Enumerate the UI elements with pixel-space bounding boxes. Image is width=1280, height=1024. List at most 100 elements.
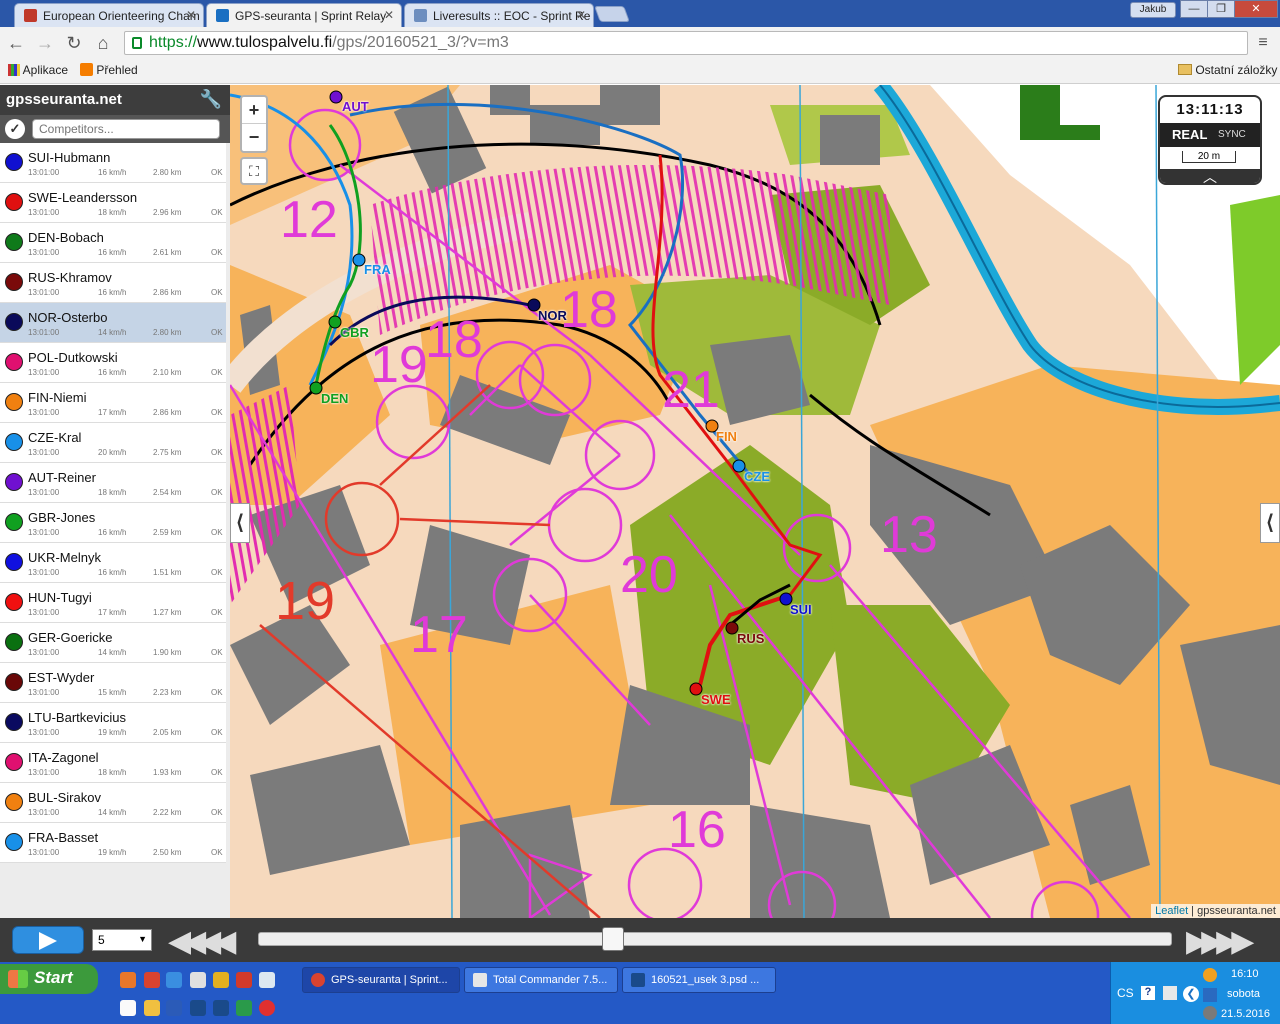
competitor-row[interactable]: GER-Goericke 13:01:00 14 km/h 1.90 km OK (0, 623, 226, 663)
map-view[interactable]: 12 18 18 19 21 13 20 19 17 16 AUT FRA GBR DEN NOR FIN C… (230, 85, 1280, 918)
competitor-row[interactable]: FRA-Basset 13:01:00 19 km/h 2.50 km OK (0, 823, 226, 863)
app-icon[interactable] (259, 1000, 275, 1016)
runner-label[interactable]: FRA (364, 262, 391, 277)
zoom-in-button[interactable]: + (242, 97, 266, 124)
competitor-color-dot[interactable] (5, 473, 23, 491)
competitor-row[interactable]: POL-Dutkowski 13:01:00 16 km/h 2.10 km OK (0, 343, 226, 383)
word-icon[interactable] (166, 1000, 182, 1016)
bookmark-apps[interactable]: Aplikace (8, 63, 68, 77)
competitor-row[interactable]: EST-Wyder 13:01:00 15 km/h 2.23 km OK (0, 663, 226, 703)
expand-panel-arrow-icon[interactable]: ⟨ (1260, 503, 1280, 543)
taskbar-item-photoshop[interactable]: 160521_usek 3.psd ... (622, 967, 776, 993)
app-icon[interactable] (236, 1000, 252, 1016)
competitor-row[interactable]: NOR-Osterbo 13:01:00 14 km/h 2.80 km OK (0, 303, 226, 343)
rewind-icon[interactable]: ◀◀◀◀ (168, 924, 236, 959)
runner-label[interactable]: SWE (701, 692, 731, 707)
competitor-row[interactable]: RUS-Khramov 13:01:00 16 km/h 2.86 km OK (0, 263, 226, 303)
bookmark-other[interactable]: Ostatní záložky (1178, 63, 1277, 77)
competitor-row[interactable]: LTU-Bartkevicius 13:01:00 19 km/h 2.05 km OK (0, 703, 226, 743)
competitor-color-dot[interactable] (5, 553, 23, 571)
competitor-color-dot[interactable] (5, 633, 23, 651)
runner-label[interactable]: GBR (340, 325, 369, 340)
select-all-check-icon[interactable]: ✓ (5, 119, 25, 139)
tab-gps-seuranta[interactable]: GPS-seuranta | Sprint Relay ✕ (206, 3, 402, 27)
tray-app-icon[interactable] (1203, 1006, 1217, 1020)
zoom-out-button[interactable]: − (242, 124, 266, 151)
competitor-row[interactable]: CZE-Kral 13:01:00 20 km/h 2.75 km OK (0, 423, 226, 463)
home-icon[interactable]: ⌂ (92, 32, 114, 54)
timeline-slider[interactable] (258, 932, 1172, 946)
forward-arrow-icon[interactable]: → (34, 32, 56, 54)
language-indicator[interactable]: CS (1117, 986, 1134, 1000)
tray-expand-chevron-icon[interactable]: ❮ (1183, 986, 1199, 1002)
leaflet-link[interactable]: Leaflet (1155, 905, 1188, 917)
start-button[interactable]: Start (0, 964, 98, 994)
competitor-color-dot[interactable] (5, 793, 23, 811)
competitor-color-dot[interactable] (5, 593, 23, 611)
competitor-color-dot[interactable] (5, 233, 23, 251)
competitor-color-dot[interactable] (5, 193, 23, 211)
reload-icon[interactable]: ↻ (63, 32, 85, 54)
collapse-chevron-icon[interactable]: ︿ (1160, 169, 1260, 183)
competitor-row[interactable]: FIN-Niemi 13:01:00 17 km/h 2.86 km OK (0, 383, 226, 423)
folder-icon[interactable] (144, 1000, 160, 1016)
runner-label[interactable]: CZE (744, 469, 770, 484)
fast-forward-icon[interactable]: ▶▶▶▶ (1186, 924, 1254, 959)
help-icon[interactable]: ? (1141, 986, 1155, 1000)
file-icon[interactable] (120, 1000, 136, 1016)
wrench-settings-icon[interactable]: 🔧 (200, 89, 222, 110)
taskbar-item-total-commander[interactable]: Total Commander 7.5... (464, 967, 618, 993)
runner-label[interactable]: NOR (538, 308, 567, 323)
competitor-row[interactable]: ITA-Zagonel 13:01:00 18 km/h 1.93 km OK (0, 743, 226, 783)
maximize-icon[interactable]: ❐ (1207, 0, 1235, 18)
competitor-row[interactable]: BUL-Sirakov 13:01:00 14 km/h 2.22 km OK (0, 783, 226, 823)
competitor-color-dot[interactable] (5, 313, 23, 331)
close-tab-icon[interactable]: ✕ (186, 8, 196, 22)
competitor-row[interactable]: UKR-Melnyk 13:01:00 16 km/h 1.51 km OK (0, 543, 226, 583)
competitor-color-dot[interactable] (5, 753, 23, 771)
photoshop-icon[interactable] (213, 1000, 229, 1016)
competitor-search-input[interactable] (32, 119, 220, 139)
competitor-color-dot[interactable] (5, 353, 23, 371)
competitor-row[interactable]: SUI-Hubmann 13:01:00 16 km/h 2.80 km OK (0, 143, 226, 183)
minimize-icon[interactable]: — (1180, 0, 1208, 18)
sync-mode-label[interactable]: SYNC (1218, 129, 1246, 140)
browser-icon[interactable] (166, 972, 182, 988)
photoshop-icon[interactable] (190, 1000, 206, 1016)
taskbar-item-chrome[interactable]: GPS-seuranta | Sprint... (302, 967, 460, 993)
competitor-row[interactable]: DEN-Bobach 13:01:00 16 km/h 2.61 km OK (0, 223, 226, 263)
calculator-icon[interactable] (259, 972, 275, 988)
competitor-row[interactable]: HUN-Tugyi 13:01:00 17 km/h 1.27 km OK (0, 583, 226, 623)
collapse-sidebar-arrow-icon[interactable]: ⟨ (230, 503, 250, 543)
chrome-icon[interactable] (144, 972, 160, 988)
document-icon[interactable] (190, 972, 206, 988)
runner-label[interactable]: RUS (737, 631, 764, 646)
bookmark-prehled[interactable]: Přehled (80, 63, 138, 77)
menu-icon[interactable]: ≡ (1252, 32, 1274, 54)
user-profile-button[interactable]: Jakub (1130, 2, 1176, 18)
competitor-color-dot[interactable] (5, 393, 23, 411)
runner-label[interactable]: FIN (716, 429, 737, 444)
playback-speed-select[interactable]: 5 ▼ (92, 929, 152, 951)
competitor-color-dot[interactable] (5, 833, 23, 851)
runner-label[interactable]: DEN (321, 391, 348, 406)
close-window-icon[interactable]: ✕ (1234, 0, 1278, 18)
fullscreen-icon[interactable]: ⛶ (240, 157, 268, 185)
back-arrow-icon[interactable]: ← (5, 32, 27, 54)
new-tab-button[interactable] (594, 6, 630, 22)
competitor-color-dot[interactable] (5, 433, 23, 451)
tab-eoc[interactable]: European Orienteering Cham ✕ (14, 3, 204, 27)
competitor-color-dot[interactable] (5, 153, 23, 171)
competitor-color-dot[interactable] (5, 713, 23, 731)
timeline-slider-handle[interactable] (602, 927, 624, 951)
competitor-row[interactable]: SWE-Leandersson 13:01:00 18 km/h 2.96 km OK (0, 183, 226, 223)
app-icon[interactable] (213, 972, 229, 988)
tray-app-icon[interactable] (1203, 988, 1217, 1002)
competitor-color-dot[interactable] (5, 513, 23, 531)
tab-liveresults[interactable]: Liveresults :: EOC - Sprint Re ✕ (404, 3, 594, 27)
tray-app-icon[interactable] (1163, 986, 1177, 1000)
close-tab-icon[interactable]: ✕ (384, 8, 394, 22)
real-mode-label[interactable]: REAL (1172, 127, 1207, 142)
competitor-row[interactable]: GBR-Jones 13:01:00 16 km/h 2.59 km OK (0, 503, 226, 543)
app-icon[interactable] (236, 972, 252, 988)
